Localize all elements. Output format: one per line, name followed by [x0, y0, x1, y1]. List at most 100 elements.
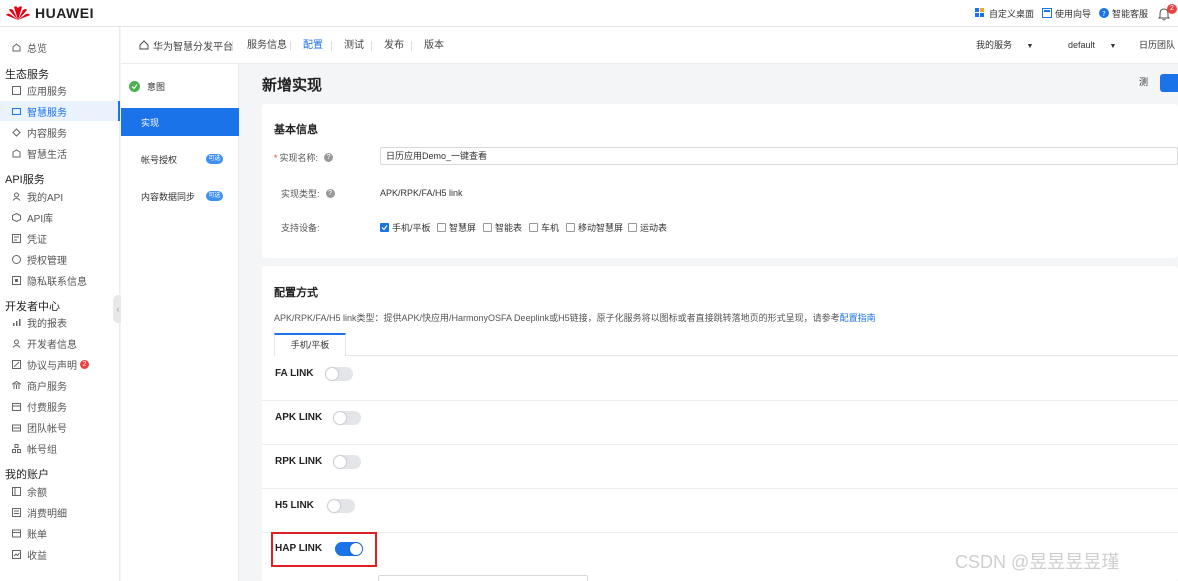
- divider: [331, 41, 332, 51]
- step-account-auth[interactable]: 帐号授权 可选: [121, 145, 239, 173]
- env-dropdown[interactable]: default ▼: [1068, 27, 1116, 64]
- checkbox-checked-icon: [380, 223, 389, 232]
- apk-link-toggle[interactable]: [333, 411, 361, 425]
- step-implementation[interactable]: 实现: [121, 108, 239, 136]
- step-label: 实现: [141, 117, 160, 128]
- brand-name: HUAWEI: [35, 5, 94, 21]
- primary-action-button[interactable]: [1160, 74, 1178, 92]
- bill-icon: [12, 529, 21, 538]
- link-row-h5: H5 LINK: [262, 489, 1178, 533]
- sidebar-item-content-service[interactable]: 内容服务: [0, 122, 120, 142]
- sidebar-item-bills[interactable]: 账单: [0, 523, 120, 543]
- sidebar-item-label: 内容服务: [27, 128, 67, 140]
- life-icon: [12, 148, 21, 158]
- tab-publish[interactable]: 发布: [384, 27, 404, 64]
- sidebar-item-credentials[interactable]: 凭证: [0, 228, 120, 248]
- help-circle-icon[interactable]: ?: [325, 189, 335, 198]
- sidebar-item-income[interactable]: 收益: [0, 544, 120, 564]
- smart-icon: [12, 107, 21, 116]
- checkbox-icon: [628, 223, 637, 232]
- sidebar-item-reports[interactable]: 我的报表: [0, 312, 120, 332]
- sidebar-item-label: 隐私联系信息: [27, 276, 87, 288]
- link-label: H5 LINK: [275, 500, 314, 511]
- sidebar-item-api-lib[interactable]: API库: [0, 207, 120, 227]
- book-icon: [1041, 7, 1052, 20]
- device-label: 车机: [541, 223, 560, 233]
- device-label: 手机/平板: [392, 223, 431, 233]
- step-content-sync[interactable]: 内容数据同步 可选: [121, 182, 239, 210]
- sidebar-item-merchant[interactable]: 商户服务: [0, 375, 120, 395]
- step-intent[interactable]: 意图: [121, 72, 239, 100]
- link-row-fa: FA LINK: [262, 357, 1178, 401]
- sidebar-item-dev-info[interactable]: 开发者信息: [0, 333, 120, 353]
- home-icon: [12, 42, 21, 52]
- sidebar-item-privacy[interactable]: 隐私联系信息: [0, 270, 120, 290]
- toggle-knob: [334, 412, 346, 424]
- link-row-rpk: RPK LINK: [262, 445, 1178, 489]
- sidebar-item-label: 授权管理: [27, 255, 67, 267]
- smart-support-link[interactable]: ? 智能客服: [1098, 7, 1148, 20]
- sidebar-item-app-service[interactable]: 应用服务: [0, 80, 120, 100]
- huawei-flower-icon: [6, 6, 30, 20]
- h5-link-toggle[interactable]: [327, 499, 355, 513]
- team-selector[interactable]: 日历团队测: [1139, 27, 1178, 87]
- sidebar-item-balance[interactable]: 余额: [0, 481, 120, 501]
- implementation-type-value: APK/RPK/FA/H5 link: [380, 188, 463, 198]
- implementation-name-input[interactable]: 日历应用Demo_一键查看: [380, 147, 1178, 165]
- toggle-knob: [328, 500, 340, 512]
- sidebar-item-overview[interactable]: 总览: [0, 37, 120, 57]
- guide-link[interactable]: 使用向导: [1041, 7, 1091, 20]
- fa-link-toggle[interactable]: [325, 367, 353, 381]
- sidebar-item-label: 团队帐号: [27, 423, 67, 435]
- platform-home-link[interactable]: 华为智慧分发平台: [139, 38, 233, 53]
- name-label-text: 实现名称:: [279, 153, 319, 163]
- tab-test[interactable]: 测试: [344, 27, 364, 64]
- custom-desktop-link[interactable]: 自定义桌面: [974, 7, 1034, 20]
- device-checkbox-mobile-screen[interactable]: 移动智慧屏: [566, 221, 623, 234]
- toggle-knob: [334, 456, 346, 468]
- help-circle-icon[interactable]: ?: [324, 153, 334, 162]
- bank-icon: [12, 380, 21, 390]
- device-checkbox-watch[interactable]: 智能表: [483, 221, 522, 234]
- divider: [411, 41, 412, 51]
- sidebar-item-label: 商户服务: [27, 381, 67, 393]
- device-checkbox-phone[interactable]: 手机/平板: [380, 221, 431, 234]
- sidebar-item-label: 收益: [27, 550, 47, 562]
- huawei-logo[interactable]: HUAWEI: [6, 5, 94, 21]
- edit-icon: [12, 359, 21, 369]
- sidebar-item-paid[interactable]: 付费服务: [0, 396, 120, 416]
- device-checkbox-sport-watch[interactable]: 运动表: [628, 221, 667, 234]
- config-guide-link[interactable]: 配置指南: [840, 313, 876, 323]
- sidebar-item-agreements[interactable]: 协议与声明 2: [0, 354, 120, 374]
- tab-version[interactable]: 版本: [424, 27, 444, 64]
- team-icon: [12, 423, 21, 432]
- device-checkbox-car[interactable]: 车机: [529, 221, 559, 234]
- tab-phone-tablet[interactable]: 手机/平板: [274, 333, 346, 356]
- toggle-knob: [326, 368, 338, 380]
- sidebar-item-team[interactable]: 团队帐号: [0, 417, 120, 437]
- env-label: default: [1068, 40, 1096, 50]
- device-checkbox-smart-screen[interactable]: 智慧屏: [437, 221, 476, 234]
- basic-info-title: 基本信息: [274, 124, 318, 136]
- svg-text:?: ?: [1102, 10, 1106, 18]
- credential-icon: [12, 233, 21, 243]
- sidebar-item-smart-service[interactable]: 智慧服务: [0, 101, 120, 121]
- sidebar-item-label: 凭证: [27, 234, 47, 246]
- rpk-link-toggle[interactable]: [333, 455, 361, 469]
- sidebar-item-authorization[interactable]: 授权管理: [0, 249, 120, 269]
- notification-button[interactable]: 2: [1156, 3, 1177, 22]
- partial-input[interactable]: [378, 575, 588, 581]
- sidebar-item-label: 消费明细: [27, 508, 67, 520]
- tab-service-info[interactable]: 服务信息: [247, 27, 287, 64]
- top-bar: HUAWEI 自定义桌面 使用向导 ? 智能客服 2: [0, 0, 1178, 27]
- my-services-dropdown[interactable]: 我的服务 ▼: [976, 27, 1033, 64]
- sidebar-item-spending[interactable]: 消费明细: [0, 502, 120, 522]
- basic-info-card: [262, 104, 1178, 258]
- step-label: 意图: [147, 81, 166, 92]
- sidebar-item-my-api[interactable]: 我的API: [0, 186, 120, 206]
- sidebar-item-groups[interactable]: 帐号组: [0, 438, 120, 458]
- sidebar-item-smart-life[interactable]: 智慧生活: [0, 143, 120, 163]
- type-label-text: 实现类型:: [281, 189, 320, 199]
- tab-config[interactable]: 配置: [303, 27, 323, 64]
- page-title: 新增实现: [262, 77, 323, 94]
